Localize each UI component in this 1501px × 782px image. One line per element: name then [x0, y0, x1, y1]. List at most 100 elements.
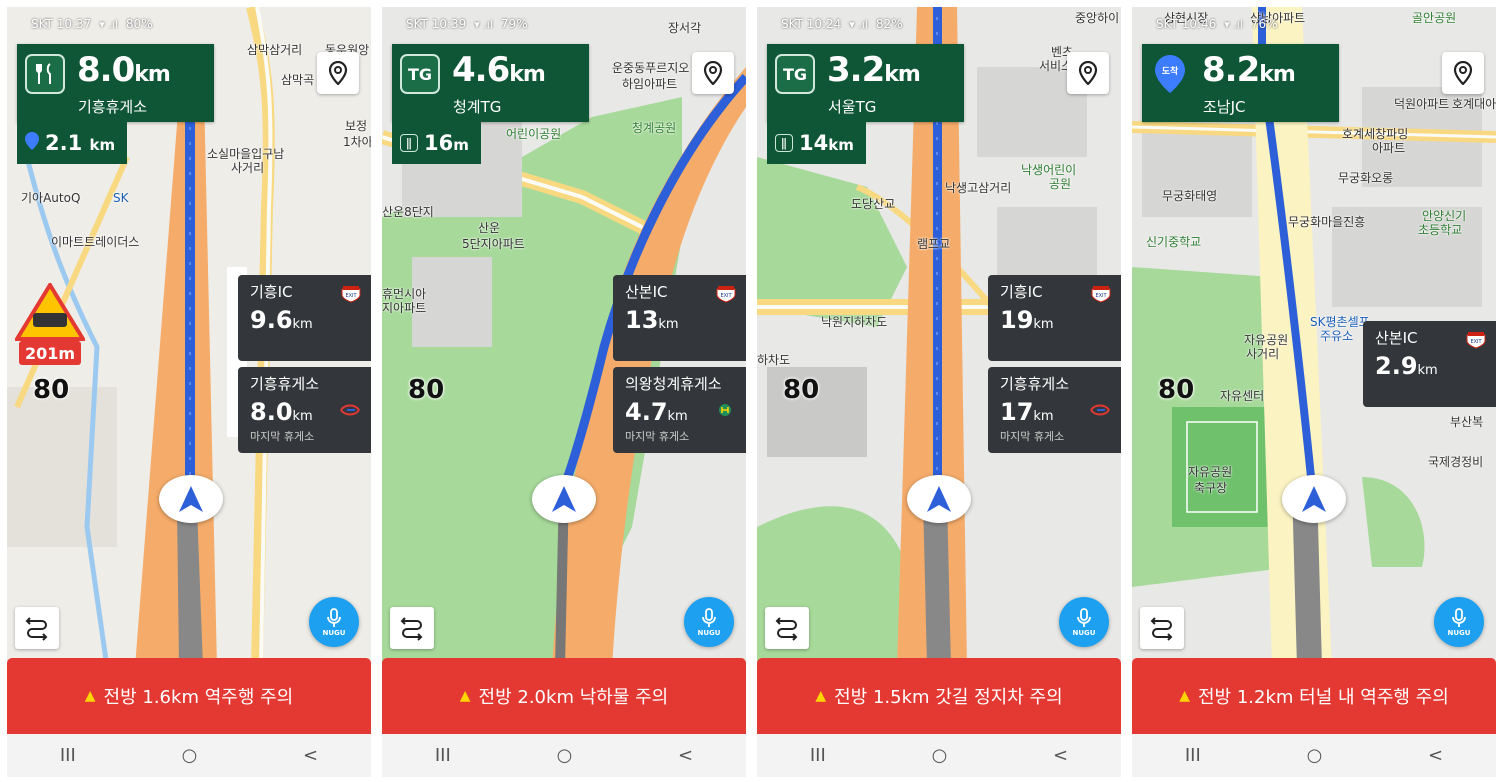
secondary-distance: 2.1 — [45, 131, 83, 155]
highway-exit-card[interactable]: 기흥IC 19km EXIT — [988, 275, 1121, 361]
route-overview-button[interactable] — [15, 607, 59, 649]
back-button[interactable]: < — [1053, 745, 1068, 766]
highway-exit-card[interactable]: 산본IC 2.9km EXIT — [1363, 321, 1496, 407]
current-location-marker — [532, 475, 596, 523]
map-label: 사거리 — [1246, 347, 1280, 361]
next-guidance-distance: 4.6km — [452, 50, 546, 90]
destination-pin-icon: 도착 — [1150, 54, 1190, 94]
turn-by-turn-panel[interactable]: 8.0km 기흥휴게소 — [17, 44, 214, 122]
exit-distance: 9.6 — [250, 306, 293, 334]
status-bar: SKT 10:39 ▾ .ıl 79% — [382, 7, 746, 41]
rest-area-card[interactable]: 기흥휴게소 8.0km 마지막 휴게소 — [238, 367, 371, 453]
nugu-voice-button[interactable]: NUGU — [1434, 597, 1484, 647]
warning-triangle-icon: ▲ — [459, 688, 471, 704]
rest-area-note: 마지막 휴게소 — [250, 430, 315, 443]
recent-apps-button[interactable]: III — [60, 745, 76, 766]
map-label: 무궁화오롱 — [1338, 171, 1394, 185]
map-label: 축구장 — [1194, 481, 1228, 495]
nugu-voice-button[interactable]: NUGU — [1059, 597, 1109, 647]
route-overview-button[interactable] — [765, 607, 809, 649]
map-label: 청계공원 — [632, 121, 677, 135]
toll-gate-icon: TG — [775, 54, 815, 94]
speed-limit: 80 — [33, 375, 70, 405]
rest-area-card[interactable]: 기흥휴게소 17km 마지막 휴게소 — [988, 367, 1121, 453]
nav-screen-2: 장서각 운중동푸르지오 하임아파트 청계공원 어린이공원 산운8단지 산운 5단… — [382, 7, 746, 777]
route-icon — [775, 617, 798, 641]
rest-area-card[interactable]: 의왕청계휴게소 4.7km 마지막 휴게소 — [613, 367, 746, 453]
battery-level: 76% — [1250, 17, 1278, 31]
turn-by-turn-panel[interactable]: TG 3.2km 서울TG — [767, 44, 964, 122]
status-bar: SKT 10:46 ▾ .ıl 76% — [1132, 7, 1496, 41]
highway-exit-card[interactable]: 산본IC 13km EXIT — [613, 275, 746, 361]
current-location-marker — [159, 475, 223, 523]
status-time: SKT 10:46 — [1156, 17, 1217, 31]
svg-text:EXIT: EXIT — [1470, 339, 1482, 345]
battery-level: 79% — [500, 17, 528, 31]
android-nav-bar: III ○ < — [7, 734, 371, 777]
map-label: 어린이공원 — [506, 127, 562, 141]
map-label: 낙원지하차도 — [821, 315, 888, 329]
map-label: 산운8단지 — [382, 205, 434, 219]
fork-knife-icon: ǁ — [400, 134, 418, 152]
location-pin-button[interactable] — [317, 52, 359, 94]
home-button[interactable]: ○ — [932, 745, 948, 766]
warning-triangle-icon: ▲ — [815, 688, 827, 704]
map-label: 국제경정비 — [1428, 455, 1484, 469]
rest-area-note: 마지막 휴게소 — [625, 430, 690, 443]
status-time: SKT 10:37 — [31, 17, 92, 31]
status-time: SKT 10:24 — [781, 17, 842, 31]
fork-knife-icon: ǁ — [775, 134, 793, 152]
route-overview-button[interactable] — [390, 607, 434, 649]
route-icon — [400, 617, 423, 641]
safety-alert-banner: ▲ 전방 1.5km 갓길 정지차 주의 — [757, 658, 1121, 734]
home-button[interactable]: ○ — [182, 745, 198, 766]
speed-limit: 80 — [1158, 375, 1195, 405]
location-pin-button[interactable] — [1067, 52, 1109, 94]
nugu-voice-button[interactable]: NUGU — [309, 597, 359, 647]
home-button[interactable]: ○ — [1307, 745, 1323, 766]
home-button[interactable]: ○ — [557, 745, 573, 766]
back-button[interactable]: < — [678, 745, 693, 766]
location-pin-icon — [328, 61, 348, 85]
recent-apps-button[interactable]: III — [1185, 745, 1201, 766]
svg-text:EXIT: EXIT — [720, 293, 732, 299]
battery-level: 80% — [125, 17, 153, 31]
map-label: 부산복 — [1450, 415, 1484, 429]
map-label: 운중동푸르지오 — [612, 61, 690, 75]
map-label: SK — [113, 191, 129, 205]
map-label: 램프교 — [917, 237, 951, 251]
map-label: 도당산교 — [851, 197, 896, 211]
recent-apps-button[interactable]: III — [810, 745, 826, 766]
rest-area-logo-icon — [719, 404, 731, 416]
back-button[interactable]: < — [303, 745, 318, 766]
nugu-voice-button[interactable]: NUGU — [684, 597, 734, 647]
navigation-arrow-icon — [552, 486, 576, 512]
secondary-guidance: ǁ 16m — [392, 122, 481, 164]
map-label: 기아AutoQ — [21, 191, 81, 205]
route-overview-button[interactable] — [1140, 607, 1184, 649]
status-bar: SKT 10:24 ▾ .ıl 82% — [757, 7, 1121, 41]
map-label: 주유소 — [1320, 329, 1354, 343]
secondary-guidance: ǁ 14km — [767, 122, 866, 164]
exit-sign-icon: EXIT — [716, 286, 736, 303]
exit-distance: 13 — [625, 306, 659, 334]
location-pin-button[interactable] — [692, 52, 734, 94]
highway-exit-card[interactable]: 기흥IC 9.6km EXIT — [238, 275, 371, 361]
safety-alert-banner: ▲ 전방 1.6km 역주행 주의 — [7, 658, 371, 734]
rest-area-name: 기흥휴게소 — [250, 375, 320, 393]
android-nav-bar: III ○ < — [757, 734, 1121, 777]
turn-by-turn-panel[interactable]: TG 4.6km 청계TG — [392, 44, 589, 122]
location-pin-button[interactable] — [1442, 52, 1484, 94]
nugu-label: NUGU — [322, 628, 346, 637]
exit-distance: 2.9 — [1375, 352, 1418, 380]
turn-by-turn-panel[interactable]: 도착 8.2km 조남JC — [1142, 44, 1339, 122]
recent-apps-button[interactable]: III — [435, 745, 451, 766]
alert-text: 전방 2.0km 낙하물 주의 — [478, 687, 669, 708]
next-guidance-distance: 3.2km — [827, 50, 921, 90]
next-guidance-name: 조남JC — [1203, 98, 1246, 116]
back-button[interactable]: < — [1428, 745, 1443, 766]
secondary-distance: 16 — [424, 131, 454, 155]
signal-icon: ▾ .ıl — [474, 17, 493, 31]
map-label: 1차아 — [343, 135, 371, 149]
status-bar: SKT 10:37 ▾ .ıl 80% — [7, 7, 371, 41]
